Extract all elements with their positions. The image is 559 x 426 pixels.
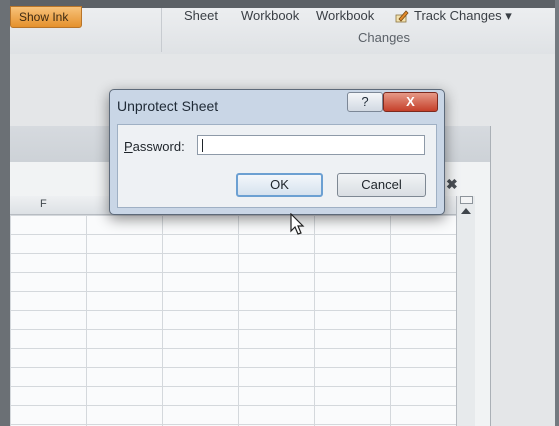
help-icon[interactable]: ? [347, 92, 383, 112]
mouse-pointer-icon [290, 213, 305, 235]
split-box[interactable] [460, 196, 473, 204]
password-field[interactable] [197, 135, 425, 155]
ribbon-separator [161, 8, 162, 52]
dialog-title: Unprotect Sheet [117, 98, 219, 114]
password-label: Password: [124, 139, 185, 154]
scroll-up-arrow-icon[interactable] [461, 208, 471, 214]
workbook-close-icon[interactable]: ✖ [446, 176, 458, 193]
cancel-button[interactable]: Cancel [337, 173, 426, 197]
protect-workbook-button[interactable]: Workbook [241, 8, 299, 23]
password-label-text: assword: [132, 139, 185, 154]
share-workbook-button[interactable]: Workbook [316, 8, 374, 23]
show-ink-button[interactable]: Show Ink [10, 6, 82, 28]
protect-sheet-button[interactable]: Sheet [184, 8, 218, 23]
screen-bezel-right [555, 0, 559, 426]
screen-bezel-top [0, 0, 559, 8]
track-changes-button[interactable]: Track Changes ▾ [414, 8, 512, 24]
pencil-icon [395, 10, 409, 23]
unprotect-sheet-dialog: Unprotect Sheet ? X Password: OK Cancel [109, 89, 445, 215]
screen-bezel-left [0, 0, 10, 426]
vertical-scrollbar[interactable] [456, 196, 475, 426]
column-header-f[interactable]: F [40, 198, 47, 210]
ribbon: Show Ink Sheet Workbook Workbook Track C… [10, 6, 555, 55]
dialog-body: Password: OK Cancel [117, 124, 437, 208]
changes-group-label: Changes [358, 30, 411, 45]
password-label-accesskey: P [124, 139, 133, 154]
cell-grid[interactable] [10, 215, 456, 426]
text-caret [202, 139, 203, 152]
close-icon[interactable]: X [383, 92, 438, 112]
ok-button[interactable]: OK [236, 173, 323, 197]
